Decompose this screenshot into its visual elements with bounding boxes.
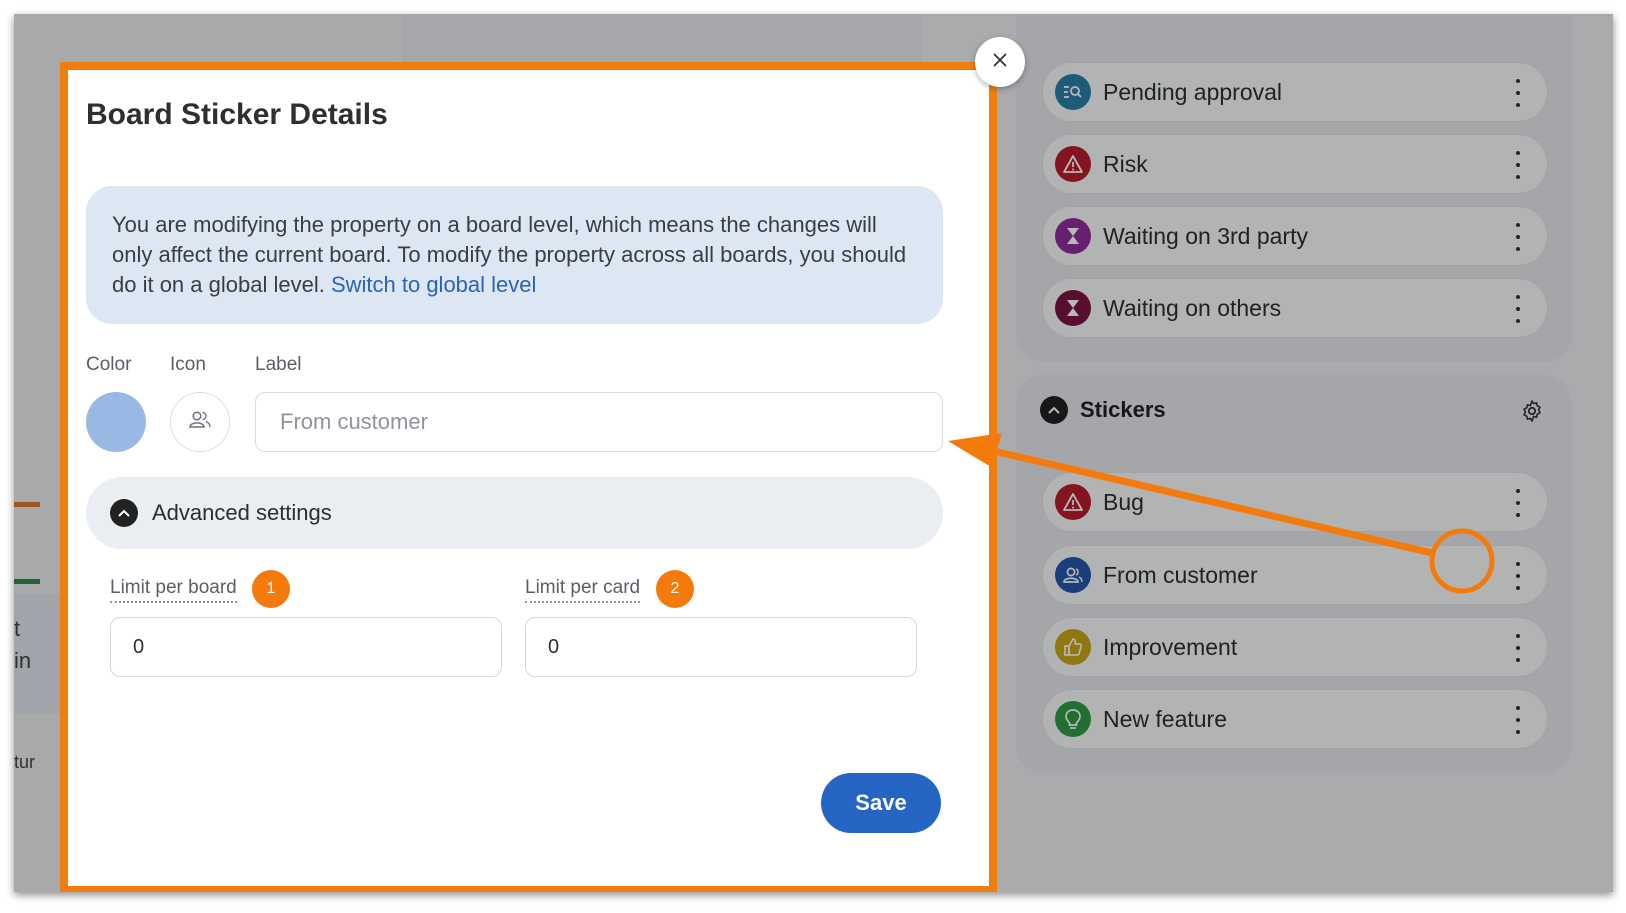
annotation-badge: 2 bbox=[656, 570, 694, 608]
save-button[interactable]: Save bbox=[821, 773, 941, 833]
close-icon bbox=[992, 52, 1008, 73]
limit-per-board-label: Limit per board bbox=[110, 577, 237, 603]
color-field-label: Color bbox=[86, 354, 132, 375]
label-field-label: Label bbox=[255, 354, 302, 375]
icon-field-label: Icon bbox=[170, 354, 206, 375]
icon-picker[interactable] bbox=[170, 392, 230, 452]
board-sticker-details-modal: Board Sticker Details You are modifying … bbox=[60, 62, 997, 892]
board-level-info-box: You are modifying the property on a boar… bbox=[86, 186, 943, 324]
advanced-settings-label: Advanced settings bbox=[152, 500, 332, 525]
close-button[interactable] bbox=[975, 37, 1025, 87]
chevron-up-icon bbox=[110, 499, 138, 527]
color-picker[interactable] bbox=[86, 392, 146, 452]
advanced-settings-toggle[interactable]: Advanced settings bbox=[86, 477, 943, 549]
limit-per-card-label: Limit per card bbox=[525, 577, 641, 603]
limit-per-card-input[interactable] bbox=[525, 617, 917, 677]
modal-title: Board Sticker Details bbox=[86, 98, 388, 131]
screenshot-frame: t in tur Pending approval Risk Waiting o… bbox=[14, 14, 1613, 892]
label-input[interactable] bbox=[255, 392, 943, 452]
limit-per-board-input[interactable] bbox=[110, 617, 502, 677]
people-icon bbox=[187, 410, 213, 435]
annotation-badge: 1 bbox=[252, 570, 290, 608]
switch-to-global-link[interactable]: Switch to global level bbox=[331, 272, 536, 297]
